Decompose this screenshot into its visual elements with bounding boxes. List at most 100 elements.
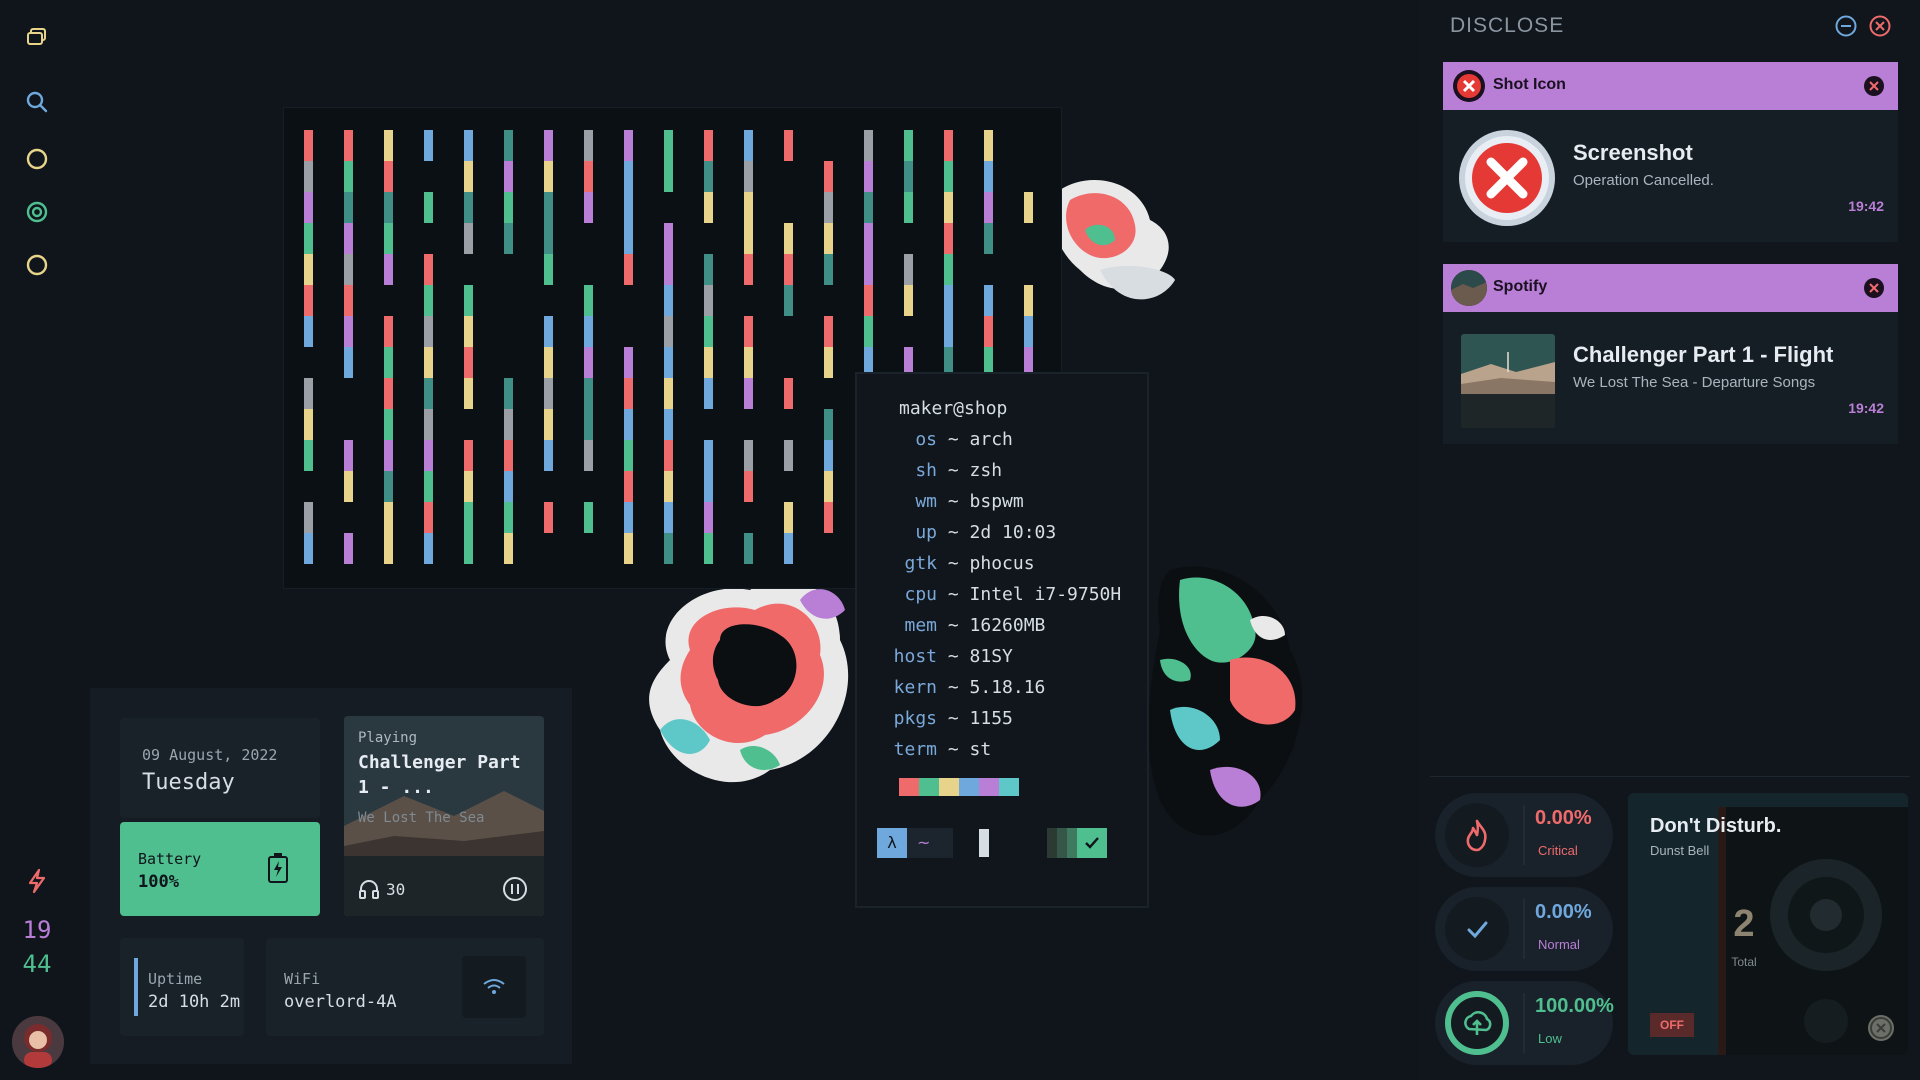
pipe-segment	[384, 471, 393, 502]
fetch-row: kern ~ 5.18.16	[857, 677, 1046, 699]
terminal-window[interactable]: maker@shop os ~ arch sh ~ zsh wm ~ bspwm up…	[855, 372, 1149, 908]
pipe-segment	[784, 316, 793, 347]
notification-screenshot[interactable]: Shot Icon Screenshot Operation Cancelled…	[1443, 62, 1898, 242]
notification-close-button[interactable]	[1862, 276, 1886, 300]
fetch-key: kern	[893, 677, 937, 698]
pipe-segment	[344, 409, 353, 440]
pipe-segment	[384, 161, 393, 192]
left-sidebar: 19 44	[0, 0, 74, 1080]
pipe-segment	[424, 378, 433, 409]
pipe-segment	[904, 130, 913, 161]
pipe-segment	[784, 161, 793, 192]
fetch-separator: ~	[937, 553, 970, 574]
pipe-segment	[344, 471, 353, 502]
pipe-segment	[584, 130, 593, 161]
wifi-label: WiFi	[284, 970, 321, 988]
circle-icon[interactable]	[20, 142, 54, 176]
flower-artwork	[1148, 566, 1303, 836]
battery-icon	[266, 852, 290, 888]
pipe-segment	[904, 285, 913, 316]
pipe-segment	[904, 223, 913, 254]
dnd-toggle-button[interactable]: OFF	[1650, 1013, 1694, 1037]
pipe-segment	[784, 502, 793, 533]
pipe-segment	[384, 502, 393, 533]
pipe-segment	[384, 533, 393, 564]
pipe-segment	[304, 316, 313, 347]
clear-all-button[interactable]	[1868, 1015, 1894, 1041]
wifi-icon	[483, 979, 505, 994]
stat-divider	[1523, 899, 1525, 959]
search-icon[interactable]	[20, 85, 54, 119]
fetch-row: mem ~ 16260MB	[857, 615, 1045, 637]
pipe-segment	[384, 223, 393, 254]
pipe-segment	[744, 533, 753, 564]
pipe-segment	[824, 440, 833, 471]
avatar[interactable]	[12, 1016, 64, 1068]
terminal-user: maker@shop	[899, 398, 1008, 419]
notification-spotify[interactable]: Spotify Challenger Part 1 - Flight We Lo…	[1443, 264, 1898, 444]
pipe-segment	[704, 285, 713, 316]
flame-icon	[1445, 803, 1509, 867]
pause-button[interactable]	[502, 876, 528, 906]
circle-icon[interactable]	[20, 248, 54, 282]
color-palette	[899, 778, 1019, 796]
dnd-card: Don't Disturb. Dunst Bell 2 Total OFF	[1628, 793, 1908, 1055]
pipe-segment	[824, 533, 833, 564]
pipe-segment	[584, 192, 593, 223]
pipe-segment	[464, 223, 473, 254]
pipe-segment	[664, 347, 673, 378]
target-icon[interactable]	[20, 195, 54, 229]
pipe-segment	[504, 161, 513, 192]
pipe-segment	[984, 254, 993, 285]
pipe-segment	[424, 192, 433, 223]
pipe-segment	[904, 254, 913, 285]
stat-critical: 0.00% Critical	[1435, 793, 1613, 877]
music-card[interactable]: Playing Challenger Part 1 - ... We Lost …	[344, 716, 544, 916]
pipe-segment	[504, 223, 513, 254]
battery-label: Battery	[138, 850, 202, 868]
wifi-button[interactable]	[462, 956, 526, 1018]
pipe-segment	[584, 471, 593, 502]
palette-swatch	[999, 778, 1019, 796]
layers-icon[interactable]	[20, 20, 54, 54]
pipe-segment	[424, 533, 433, 564]
minimize-button[interactable]	[1834, 14, 1858, 42]
pipe-segment	[664, 161, 673, 192]
album-cover	[1461, 334, 1555, 428]
uptime-value: 2d 10h 2m	[148, 992, 241, 1012]
pipe-segment	[984, 161, 993, 192]
pipe-segment	[504, 192, 513, 223]
close-panel-button[interactable]	[1868, 14, 1892, 42]
cursor	[979, 829, 989, 857]
bolt-icon[interactable]	[20, 864, 54, 898]
pipe-segment	[664, 254, 673, 285]
pipe-segment	[744, 223, 753, 254]
pipe-segment	[664, 192, 673, 223]
notification-close-button[interactable]	[1862, 74, 1886, 98]
pipe-segment	[464, 409, 473, 440]
pipe-segment	[1024, 285, 1033, 316]
pipe-segment	[304, 533, 313, 564]
pipe-segment	[704, 254, 713, 285]
fetch-row: cpu ~ Intel i7-9750H	[857, 584, 1121, 606]
pipe-segment	[344, 347, 353, 378]
pipe-segment	[464, 533, 473, 564]
pipe-segment	[544, 409, 553, 440]
pipe-segment	[424, 409, 433, 440]
fetch-separator: ~	[937, 460, 970, 481]
app-icon	[1451, 270, 1487, 306]
fetch-value: 16260MB	[969, 615, 1046, 636]
pipe-segment	[664, 440, 673, 471]
fetch-value: 1155	[969, 708, 1013, 729]
clear-icon	[1870, 1017, 1892, 1039]
pipe-segment	[664, 130, 673, 161]
notification-panel: DISCLOSE Shot Icon Screenshot Operation …	[1418, 0, 1920, 1080]
notification-body: Operation Cancelled.	[1573, 172, 1714, 189]
pipe-segment	[544, 192, 553, 223]
close-icon	[1869, 15, 1891, 37]
clock-hour: 19	[22, 916, 52, 944]
pipe-segment	[624, 316, 633, 347]
pipe-segment	[504, 502, 513, 533]
pipe-segment	[1024, 130, 1033, 161]
pipe-segment	[504, 316, 513, 347]
